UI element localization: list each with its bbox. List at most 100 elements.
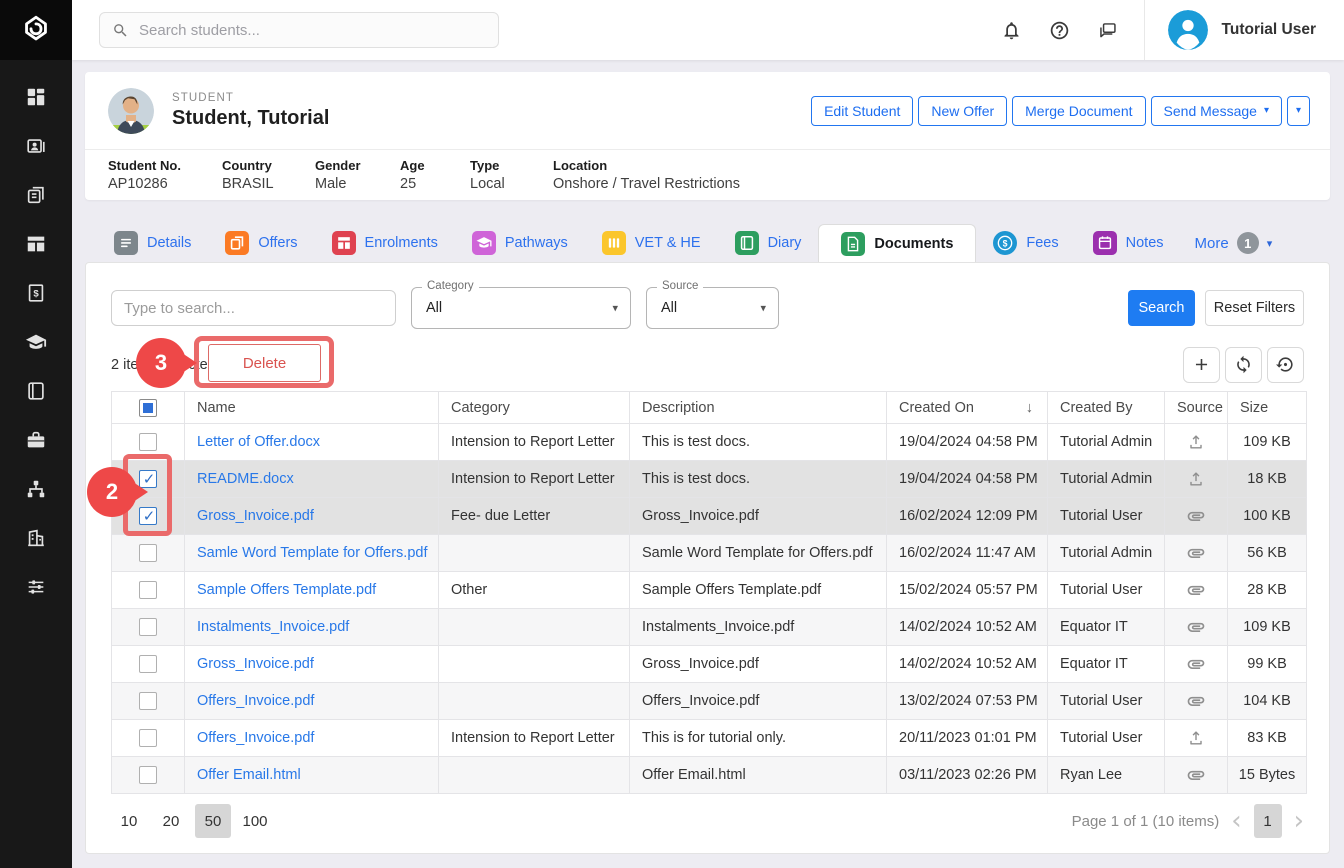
column-header-source[interactable]: Source — [1165, 392, 1228, 424]
refresh-button[interactable] — [1225, 347, 1262, 383]
user-name[interactable]: Tutorial User — [1222, 21, 1344, 39]
document-link[interactable]: README.docx — [197, 471, 294, 487]
sidebar-item-settings[interactable] — [0, 565, 72, 614]
document-link[interactable]: Gross_Invoice.pdf — [197, 508, 314, 524]
row-checkbox[interactable] — [139, 581, 157, 599]
description-cell: Sample Offers Template.pdf — [630, 572, 887, 609]
send-message-button[interactable]: Send Message▾ — [1151, 96, 1282, 126]
tab-vet-he[interactable]: VET & HE — [585, 224, 718, 262]
tab-enrolments[interactable]: Enrolments — [315, 224, 455, 262]
search-button[interactable]: Search — [1128, 290, 1195, 326]
next-page-icon[interactable]: › — [1294, 806, 1304, 836]
column-header-description[interactable]: Description — [630, 392, 887, 424]
attachment-icon — [1186, 545, 1206, 561]
row-checkbox[interactable] — [139, 433, 157, 451]
pagination-bar: 102050100 Page 1 of 1 (10 items) ‹ 1 › — [111, 803, 1304, 839]
edit-student-button[interactable]: Edit Student — [811, 96, 913, 126]
documents-search-input[interactable] — [111, 290, 396, 326]
page-size-50[interactable]: 50 — [195, 804, 231, 838]
more-tab-label: More — [1195, 235, 1229, 252]
select-all-checkbox[interactable] — [139, 399, 157, 417]
column-header-created-by[interactable]: Created By — [1048, 392, 1165, 424]
more-actions-button[interactable]: ▾ — [1287, 96, 1310, 126]
annotation-step-3: 3 — [136, 338, 186, 388]
tabs-list: DetailsOffersEnrolmentsPathwaysVET & HED… — [97, 224, 1181, 262]
new-offer-button[interactable]: New Offer — [918, 96, 1007, 126]
upload-icon — [1186, 730, 1206, 746]
created-by-cell: Tutorial User — [1048, 572, 1165, 609]
column-header-name[interactable]: Name — [185, 392, 439, 424]
settings-icon — [25, 576, 47, 603]
search-input[interactable] — [139, 22, 486, 39]
tab-documents[interactable]: Documents — [818, 224, 976, 262]
sidebar-item-fees[interactable]: $ — [0, 271, 72, 320]
student-search[interactable] — [99, 12, 499, 48]
tab-diary[interactable]: Diary — [718, 224, 819, 262]
tab-notes[interactable]: Notes — [1076, 224, 1181, 262]
row-checkbox[interactable] — [139, 655, 157, 673]
category-cell — [439, 757, 630, 794]
column-header-created-on[interactable]: Created On↓ — [887, 392, 1048, 424]
document-link[interactable]: Sample Offers Template.pdf — [197, 582, 376, 598]
row-checkbox[interactable] — [139, 507, 157, 525]
add-document-button[interactable] — [1183, 347, 1220, 383]
row-checkbox[interactable] — [139, 544, 157, 562]
prev-page-icon[interactable]: ‹ — [1231, 806, 1241, 836]
notifications-button[interactable] — [988, 0, 1036, 60]
row-checkbox[interactable] — [139, 729, 157, 747]
tab-more[interactable]: More 1 ▾ — [1181, 224, 1287, 262]
size-cell: 18 KB — [1228, 461, 1307, 498]
document-link[interactable]: Instalments_Invoice.pdf — [197, 619, 349, 635]
document-link[interactable]: Offers_Invoice.pdf — [197, 730, 314, 746]
row-checkbox[interactable] — [139, 692, 157, 710]
tab-details[interactable]: Details — [97, 224, 208, 262]
document-link[interactable]: Offers_Invoice.pdf — [197, 693, 314, 709]
student-photo-image — [108, 88, 154, 134]
row-checkbox[interactable] — [139, 766, 157, 784]
svg-text:$: $ — [1003, 238, 1008, 248]
user-avatar[interactable] — [1168, 10, 1208, 50]
sidebar-item-courses[interactable] — [0, 320, 72, 369]
sidebar-item-organisation[interactable] — [0, 516, 72, 565]
tab-fees[interactable]: $ Fees — [976, 224, 1075, 262]
student-photo[interactable] — [108, 88, 154, 134]
document-link[interactable]: Offer Email.html — [197, 767, 301, 783]
info-label: Age — [400, 158, 470, 173]
attachment-icon — [1186, 767, 1206, 783]
tab-label: Fees — [1026, 235, 1058, 251]
name-cell: README.docx — [185, 461, 439, 498]
tab-pathways[interactable]: Pathways — [455, 224, 585, 262]
reset-filters-button[interactable]: Reset Filters — [1205, 290, 1304, 326]
column-header-category[interactable]: Category — [439, 392, 630, 424]
description-cell: Gross_Invoice.pdf — [630, 498, 887, 535]
page-size-10[interactable]: 10 — [111, 804, 147, 838]
messages-button[interactable] — [1084, 0, 1132, 60]
document-link[interactable]: Gross_Invoice.pdf — [197, 656, 314, 672]
sidebar-item-pathways[interactable] — [0, 467, 72, 516]
sidebar-item-offers[interactable] — [0, 173, 72, 222]
history-button[interactable] — [1267, 347, 1304, 383]
source-select[interactable]: Source All ▾ — [646, 287, 779, 329]
delete-button[interactable]: Delete — [208, 344, 321, 382]
category-select[interactable]: Category All ▾ — [411, 287, 631, 329]
row-checkbox[interactable] — [139, 618, 157, 636]
sidebar-item-diary[interactable] — [0, 369, 72, 418]
sidebar-item-enrolments[interactable] — [0, 222, 72, 271]
page-size-20[interactable]: 20 — [153, 804, 189, 838]
tab-offers[interactable]: Offers — [208, 224, 314, 262]
sidebar-item-dashboard[interactable] — [0, 75, 72, 124]
header-label: Source — [1177, 400, 1223, 416]
created-by-cell: Ryan Lee — [1048, 757, 1165, 794]
app-logo[interactable] — [0, 0, 72, 60]
merge-document-button[interactable]: Merge Document — [1012, 96, 1145, 126]
page-size-100[interactable]: 100 — [237, 804, 273, 838]
help-icon — [1049, 20, 1070, 41]
help-button[interactable] — [1036, 0, 1084, 60]
current-page-button[interactable]: 1 — [1254, 804, 1282, 838]
document-link[interactable]: Letter of Offer.docx — [197, 434, 320, 450]
column-header-size[interactable]: Size — [1228, 392, 1307, 424]
sidebar-item-students[interactable] — [0, 124, 72, 173]
student-name: Student, Tutorial — [172, 107, 329, 130]
sidebar-item-agents[interactable] — [0, 418, 72, 467]
document-link[interactable]: Samle Word Template for Offers.pdf — [197, 545, 428, 561]
